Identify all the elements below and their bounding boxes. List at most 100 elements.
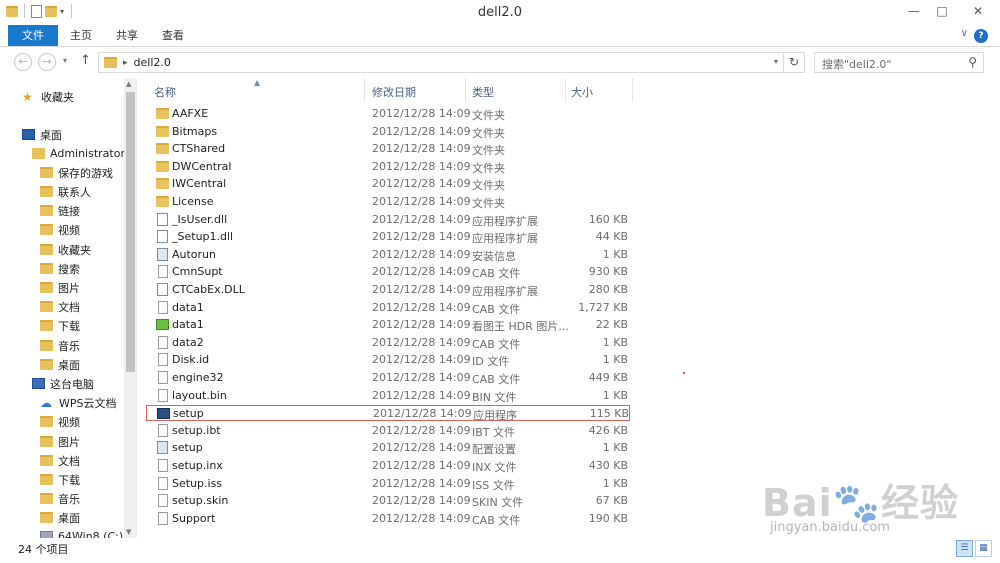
nav-item-music[interactable]: 音乐	[40, 336, 80, 355]
maximize-button[interactable]: □	[928, 0, 956, 22]
dll-icon	[157, 212, 168, 226]
tab-home[interactable]: 主页	[58, 25, 104, 46]
address-bar[interactable]: ▸ dell2.0 ▾	[98, 52, 784, 73]
table-row[interactable]: Autorun 2012/12/28 14:09 安装信息 1 KB	[146, 247, 630, 263]
address-dropdown-icon[interactable]: ▾	[774, 57, 778, 66]
table-row[interactable]: setup.skin 2012/12/28 14:09 SKIN 文件 67 KB	[146, 493, 630, 509]
nav-item-favorites[interactable]: ★ 收藏夹	[22, 87, 74, 106]
nav-item-pc-music[interactable]: 音乐	[40, 489, 80, 508]
table-row[interactable]: CmnSupt 2012/12/28 14:09 CAB 文件 930 KB	[146, 264, 630, 280]
nav-item-favorites-folder[interactable]: 收藏夹	[40, 240, 91, 259]
table-row[interactable]: data1 2012/12/28 14:09 看图王 HDR 图片... 22 KB	[146, 317, 630, 333]
table-row[interactable]: setup.ibt 2012/12/28 14:09 IBT 文件 426 KB	[146, 423, 630, 439]
expand-ribbon-icon[interactable]: ∨	[961, 28, 968, 39]
file-date: 2012/12/28 14:09	[373, 407, 472, 421]
column-header-type[interactable]: 类型	[472, 84, 494, 100]
table-row[interactable]: engine32 2012/12/28 14:09 CAB 文件 449 KB	[146, 370, 630, 386]
refresh-button[interactable]: ↻	[784, 52, 805, 73]
details-view-icon[interactable]: ☰	[956, 540, 973, 557]
scrollbar-thumb[interactable]	[126, 92, 135, 372]
table-row[interactable]: AAFXE 2012/12/28 14:09 文件夹	[146, 106, 630, 122]
back-button[interactable]: ←	[14, 53, 32, 71]
table-row[interactable]: data1 2012/12/28 14:09 CAB 文件 1,727 KB	[146, 300, 630, 316]
help-icon[interactable]: ?	[974, 29, 988, 43]
table-row[interactable]: Disk.id 2012/12/28 14:09 ID 文件 1 KB	[146, 352, 630, 368]
nav-item-administrator[interactable]: Administrator	[32, 144, 125, 163]
table-row[interactable]: IWCentral 2012/12/28 14:09 文件夹	[146, 176, 630, 192]
file-date: 2012/12/28 14:09	[372, 230, 471, 244]
scroll-down-icon[interactable]: ▼	[126, 528, 131, 536]
table-row[interactable]: Support 2012/12/28 14:09 CAB 文件 190 KB	[146, 511, 630, 527]
file-name: setup	[173, 407, 204, 421]
table-row[interactable]: Bitmaps 2012/12/28 14:09 文件夹	[146, 124, 630, 140]
table-row[interactable]: layout.bin 2012/12/28 14:09 BIN 文件 1 KB	[146, 388, 630, 404]
forward-button[interactable]: →	[38, 53, 56, 71]
nav-item-saved-games[interactable]: 保存的游戏	[40, 163, 113, 182]
column-header-date[interactable]: 修改日期	[372, 84, 416, 100]
search-input[interactable]: 搜索"dell2.0" ⚲	[814, 52, 984, 73]
file-date: 2012/12/28 14:09	[372, 318, 471, 332]
up-button[interactable]: ↑	[80, 53, 91, 68]
nav-item-drive-c[interactable]: 64Win8 (C:)	[40, 527, 123, 538]
table-row[interactable]: License 2012/12/28 14:09 文件夹	[146, 194, 630, 210]
nav-item-videos[interactable]: 视频	[40, 220, 80, 239]
column-divider[interactable]	[565, 78, 566, 102]
table-row[interactable]: setup 2012/12/28 14:09 配置设置 1 KB	[146, 440, 630, 456]
nav-item-wps-cloud[interactable]: ☁ WPS云文档	[40, 393, 117, 412]
tab-view[interactable]: 查看	[150, 25, 196, 46]
table-row[interactable]: CTCabEx.DLL 2012/12/28 14:09 应用程序扩展 280 KB	[146, 282, 630, 298]
table-row[interactable]: _IsUser.dll 2012/12/28 14:09 应用程序扩展 160 KB	[146, 212, 630, 228]
folder-icon	[40, 301, 53, 312]
column-divider[interactable]	[465, 78, 466, 102]
nav-item-searches[interactable]: 搜索	[40, 259, 80, 278]
nav-item-pc-videos[interactable]: 视频	[40, 412, 80, 431]
table-row[interactable]: setup.inx 2012/12/28 14:09 INX 文件 430 KB	[146, 458, 630, 474]
nav-item-this-pc[interactable]: 这台电脑	[32, 374, 94, 393]
nav-item-pc-desktop[interactable]: 桌面	[40, 508, 80, 527]
file-type: INX 文件	[472, 461, 517, 474]
nav-item-downloads[interactable]: 下载	[40, 316, 80, 335]
nav-scrollbar[interactable]: ▲ ▼	[124, 78, 137, 538]
nav-item-desktop[interactable]: 桌面	[22, 125, 62, 144]
nav-item-documents[interactable]: 文档	[40, 297, 80, 316]
nav-item-contacts[interactable]: 联系人	[40, 182, 91, 201]
settings-file-icon	[157, 441, 168, 455]
breadcrumb[interactable]: dell2.0	[134, 56, 171, 69]
tab-share[interactable]: 共享	[104, 25, 150, 46]
file-size: 280 KB	[588, 283, 628, 296]
file-name: Disk.id	[172, 353, 210, 367]
recent-locations-icon[interactable]: ▾	[63, 56, 67, 65]
table-row[interactable]: setup 2012/12/28 14:09 应用程序 115 KB	[146, 405, 630, 422]
nav-item-pc-downloads[interactable]: 下载	[40, 470, 80, 489]
file-type: 应用程序扩展	[472, 214, 538, 228]
nav-item-desktop-sub[interactable]: 桌面	[40, 355, 80, 374]
table-row[interactable]: data2 2012/12/28 14:09 CAB 文件 1 KB	[146, 335, 630, 351]
file-size: 67 KB	[595, 494, 628, 508]
column-header-size[interactable]: 大小	[571, 84, 593, 100]
tab-file[interactable]: 文件	[8, 25, 58, 46]
column-header-name[interactable]: 名称	[154, 84, 176, 100]
nav-item-pictures[interactable]: 图片	[40, 278, 80, 297]
nav-item-pc-documents[interactable]: 文档	[40, 451, 80, 470]
scroll-up-icon[interactable]: ▲	[126, 80, 131, 88]
minimize-button[interactable]: —	[900, 0, 928, 22]
file-icon	[158, 353, 168, 367]
large-icons-view-icon[interactable]: ▦	[975, 540, 992, 557]
nav-item-links[interactable]: 链接	[40, 201, 80, 220]
table-row[interactable]: Setup.iss 2012/12/28 14:09 ISS 文件 1 KB	[146, 476, 630, 492]
nav-item-label: 视频	[58, 415, 80, 429]
folder-icon	[40, 224, 53, 235]
nav-item-label: 搜索	[58, 262, 80, 276]
folder-icon	[40, 436, 53, 447]
sort-ascending-icon: ▲	[254, 78, 261, 87]
file-name: _IsUser.dll	[172, 212, 228, 226]
column-divider[interactable]	[632, 78, 633, 102]
close-button[interactable]: ✕	[956, 0, 1000, 22]
table-row[interactable]: DWCentral 2012/12/28 14:09 文件夹	[146, 159, 630, 175]
table-row[interactable]: CTShared 2012/12/28 14:09 文件夹	[146, 141, 630, 157]
nav-item-pc-pictures[interactable]: 图片	[40, 432, 80, 451]
breadcrumb-arrow-icon[interactable]: ▸	[123, 58, 128, 68]
column-divider[interactable]	[364, 78, 365, 102]
table-row[interactable]: _Setup1.dll 2012/12/28 14:09 应用程序扩展 44 KB	[146, 229, 630, 245]
search-icon[interactable]: ⚲	[968, 55, 977, 69]
